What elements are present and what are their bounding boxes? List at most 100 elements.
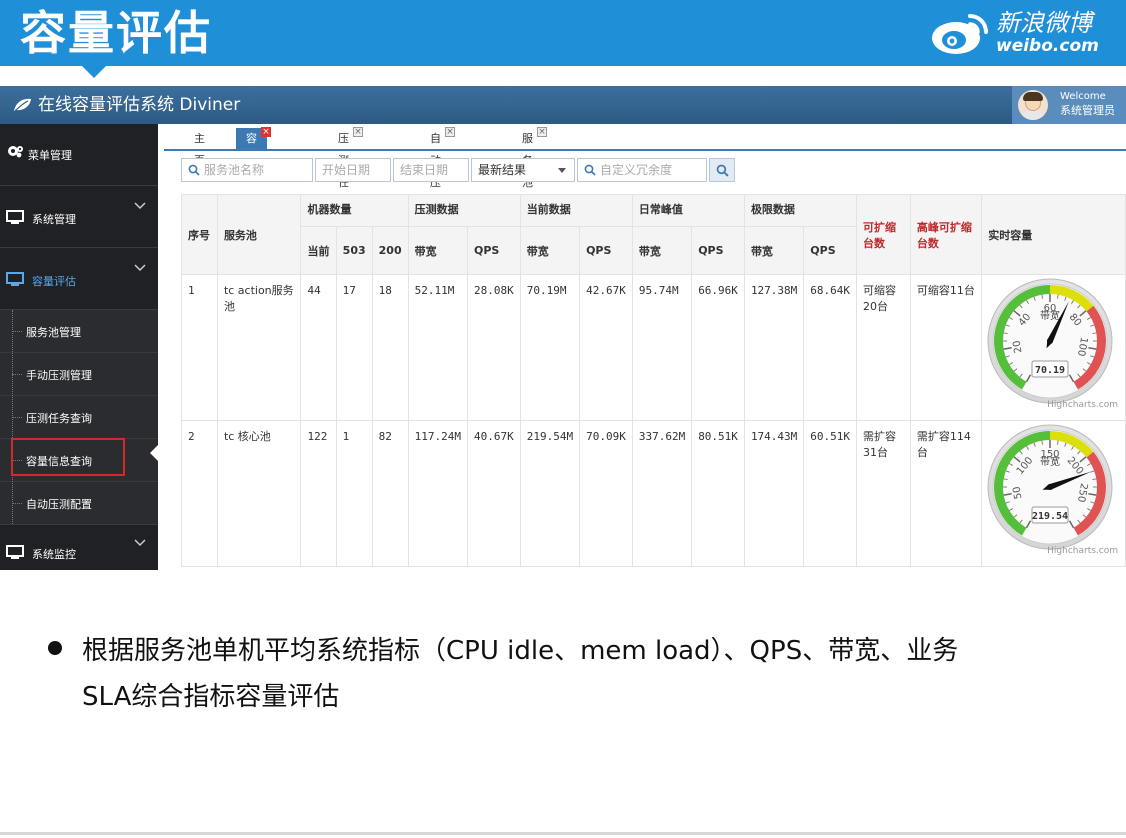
sidebar-sub-label: 手动压测管理 [26,369,92,382]
gauge-series-label: 带宽 [1040,455,1060,468]
pool-name-input[interactable]: 服务池名称 [181,158,313,182]
header-current: 当前 [300,226,337,275]
chevron-down-icon [134,539,146,547]
sidebar-item-label: 系统监控 [32,548,76,561]
weibo-eye-icon [932,14,988,54]
cell-now-bw: 70.19M [519,274,581,421]
footer-line [0,832,1126,835]
app-screenshot: 在线容量评估系统 Diviner Welcome 系统管理员 菜单管理 系统管理… [0,86,1126,570]
gauge-pivot [1047,484,1054,490]
cell-now-qps: 42.67K [579,274,633,421]
cell-peak-scalable: 需扩容114台 [909,420,983,567]
cell-stress-qps: 28.08K [466,274,521,421]
tab-capacity-query[interactable]: 容量信息查询× [236,127,271,255]
cell-200: 82 [371,420,409,567]
username: 系统管理员 [1060,104,1115,117]
tab-pool-manage[interactable]: 服务池管理× [512,127,547,233]
selected-highlight-box [11,438,125,476]
sidebar-item-capacity[interactable]: 容量评估 [0,248,158,310]
input-placeholder: 自定义冗余度 [600,163,673,177]
redundancy-input[interactable]: 自定义冗余度 [577,158,707,182]
cell-daily-qps: 66.96K [691,274,745,421]
result-select[interactable]: 最新结果 [471,158,575,182]
sidebar-item-label: 容量评估 [32,275,76,288]
sidebar-sub-task-query[interactable]: 压测任务查询 [0,396,158,439]
close-icon[interactable]: × [353,127,363,137]
monitor-icon [6,210,24,224]
search-icon [716,164,729,177]
cell-realtime: 50 100 150 200 250 带宽 219.54 Highcharts.com [981,420,1126,567]
cell-pool: tc action服务池 [216,274,302,421]
slide-header: 容量评估 新浪微博 weibo.com [0,0,1126,66]
header-peak-scalable: 高峰可扩缩台数 [909,194,983,275]
cell-503: 17 [335,274,373,421]
close-icon[interactable]: × [445,127,455,137]
close-icon[interactable]: × [261,127,271,137]
tab-auto-config[interactable]: 自动压测配置× [420,127,455,255]
sidebar-sub-auto-config[interactable]: 自动压测配置 [0,482,158,525]
cell-stress-qps: 40.67K [466,420,521,567]
cell-limit-bw: 127.38M [743,274,805,421]
header-now-qps: QPS [579,226,633,275]
welcome-text: Welcome [1060,91,1106,102]
monitor-icon [6,272,24,286]
slide-title: 容量评估 [20,6,212,60]
close-icon[interactable]: × [537,127,547,137]
cell-scalable: 可缩容20台 [856,274,911,421]
sidebar-sub-label: 服务池管理 [26,326,81,339]
start-date-input[interactable]: 开始日期 [315,158,391,182]
cell-daily-bw: 95.74M [631,274,693,421]
user-box[interactable]: Welcome 系统管理员 [1012,86,1126,124]
cell-peak-scalable: 可缩容11台 [909,274,983,421]
cell-limit-qps: 68.64K [803,274,858,421]
sidebar-item-system[interactable]: 系统管理 [0,186,158,248]
caret-down-icon [558,168,566,173]
sidebar-item-monitor[interactable]: 系统监控 [0,525,158,570]
cell-pool: tc 核心池 [216,420,302,567]
active-arrow [150,444,159,462]
header-now-bw: 带宽 [519,226,581,275]
sidebar-sub-manual-test[interactable]: 手动压测管理 [0,353,158,396]
capacity-table: 序号 服务池 机器数量 压测数据 当前数据 日常峰值 极限数据 可扩缩台数 高峰… [181,194,1126,570]
cell-503: 1 [335,420,373,567]
gauge-series-label: 带宽 [1040,309,1060,322]
logo-cn-text: 新浪微博 [996,9,1092,37]
gauge-value-label: 219.54 [1032,511,1068,522]
search-icon [584,164,596,176]
input-placeholder: 结束日期 [400,163,449,177]
header-stress-bw: 带宽 [407,226,468,275]
cell-now-qps: 70.09K [579,420,633,567]
cell-realtime: 20 40 60 80 100 带宽 70.19 Highcharts.com [981,274,1126,421]
gauge-chart: 20406080100带宽70.19Highcharts.com [987,278,1118,410]
app-topbar: 在线容量评估系统 Diviner Welcome 系统管理员 [0,86,1126,124]
tree-line [12,310,13,524]
search-button[interactable] [709,158,735,182]
bullet-text: 根据服务池单机平均系统指标（CPU idle、mem load）、QPS、带宽、… [82,628,1082,720]
tab-home[interactable]: 主页 [184,128,215,167]
bullet-dot [48,641,62,655]
gauge-value-label: 70.19 [1035,365,1065,376]
title-notch [82,66,106,78]
sidebar-item-label: 系统管理 [32,213,76,226]
header-503: 503 [335,226,373,275]
header-seq: 序号 [181,194,218,275]
search-icon [188,164,200,176]
monitor-icon [6,545,24,559]
end-date-input[interactable]: 结束日期 [393,158,469,182]
sidebar-sub-pool[interactable]: 服务池管理 [0,310,158,353]
header-realtime: 实时容量 [981,194,1126,275]
cell-scalable: 需扩容31台 [856,420,911,567]
filter-bar: 服务池名称 开始日期 结束日期 最新结果 自定义冗余度 [0,158,1126,184]
header-pool: 服务池 [216,194,302,275]
input-placeholder: 服务池名称 [204,163,265,177]
gauge-pivot [1047,338,1054,344]
header-limit: 极限数据 [743,194,858,227]
table-row: 1 tc action服务池 44 17 18 52.11M 28.08K 70… [181,274,1126,421]
cell-seq: 1 [181,274,218,421]
header-daily: 日常峰值 [631,194,745,227]
header-scalable: 可扩缩台数 [856,194,911,275]
bullet-line-1: 根据服务池单机平均系统指标（CPU idle、mem load）、QPS、带宽、… [82,636,959,666]
tab-task-query[interactable]: 压测任务查询× [328,127,363,255]
cell-200: 18 [371,274,409,421]
logo-en-text: weibo.com [996,36,1099,56]
